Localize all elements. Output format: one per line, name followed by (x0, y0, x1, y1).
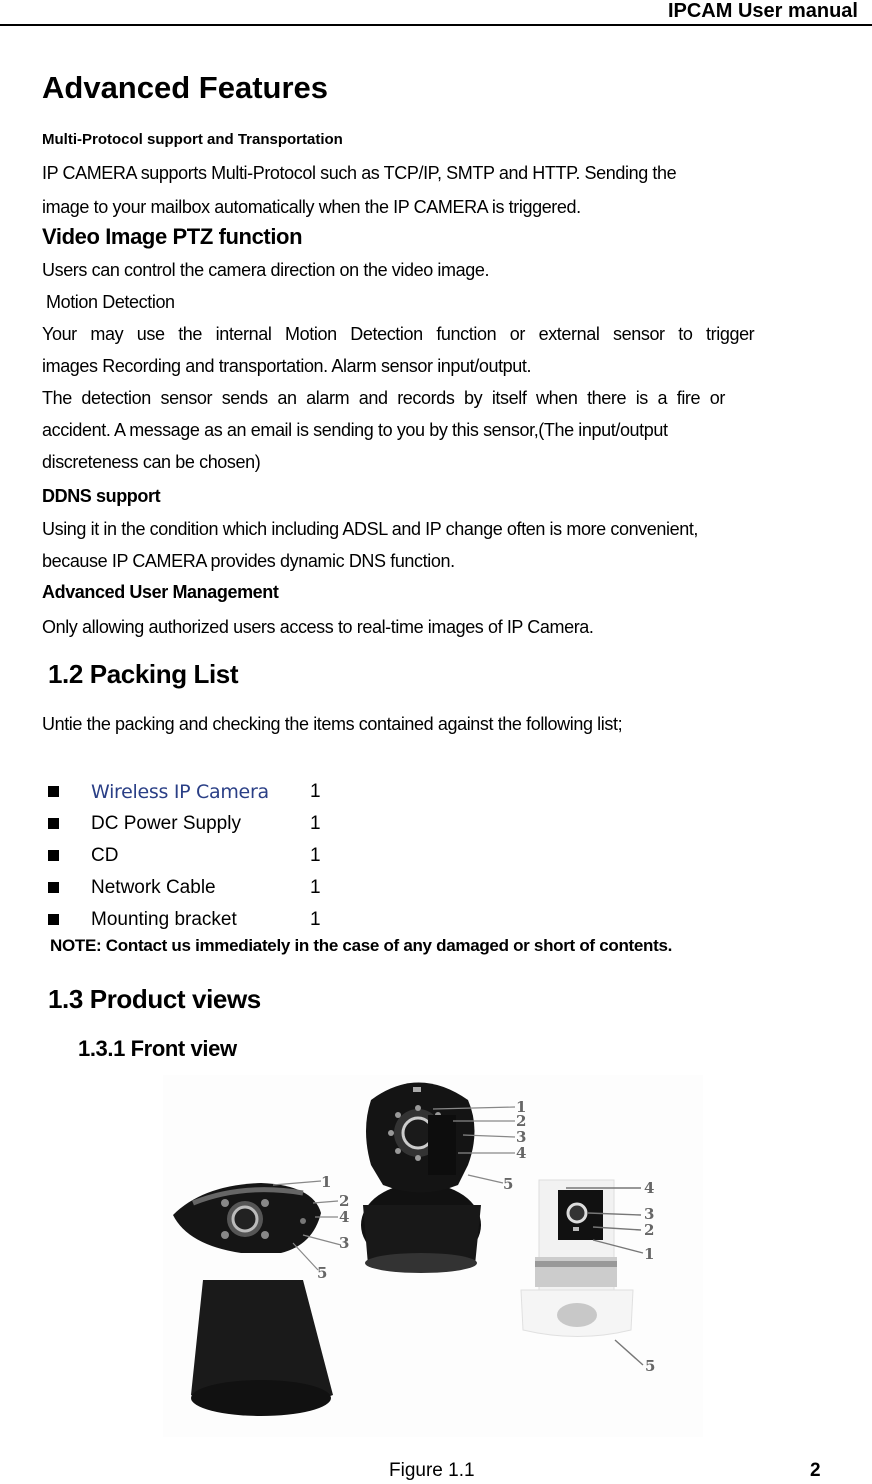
packing-list-title: 1.2 Packing List (48, 659, 239, 689)
packing-list-intro: Untie the packing and checking the items… (42, 714, 623, 734)
ddns-text-line2: because IP CAMERA provides dynamic DNS f… (42, 551, 455, 571)
item-name: Wireless IP Camera (91, 781, 269, 803)
header-title: IPCAM User manual (667, 0, 858, 22)
square-bullet-icon (48, 850, 59, 861)
figure-caption: Figure 1.1 (389, 1460, 475, 1481)
motion-text-line4: accident. A message as an email is sendi… (42, 420, 668, 440)
item-name: Network Cable (91, 877, 216, 898)
callout-label: 1 (321, 1173, 331, 1191)
callout-label: 1 (644, 1245, 654, 1263)
ptz-heading: Video Image PTZ function (42, 224, 303, 249)
motion-text-line1: Your may use the internal Motion Detecti… (42, 324, 755, 344)
square-bullet-icon (48, 786, 59, 797)
packing-note: NOTE: Contact us immediately in the case… (50, 936, 673, 955)
product-views-title: 1.3 Product views (48, 984, 261, 1014)
item-quantity: 1 (310, 781, 321, 802)
callout-label: 3 (339, 1234, 349, 1252)
user-management-heading: Advanced User Management (42, 582, 279, 602)
multi-protocol-text-line1: IP CAMERA supports Multi-Protocol such a… (42, 163, 677, 183)
cameras-illustration: 1 2 4 3 5 1 2 3 4 5 4 3 2 1 5 (163, 1075, 703, 1437)
callout-label: 5 (317, 1264, 327, 1282)
square-bullet-icon (48, 882, 59, 893)
page-title: Advanced Features (42, 70, 328, 105)
front-view-title: 1.3.1 Front view (78, 1036, 237, 1061)
page-number: 2 (810, 1460, 821, 1481)
user-management-text: Only allowing authorized users access to… (42, 617, 594, 637)
item-quantity: 1 (310, 813, 321, 834)
square-bullet-icon (48, 818, 59, 829)
header-divider (0, 24, 872, 26)
ddns-heading: DDNS support (42, 486, 161, 506)
callout-label: 4 (644, 1179, 654, 1197)
motion-heading: Motion Detection (46, 292, 175, 312)
callout-label: 5 (503, 1175, 513, 1193)
multi-protocol-heading: Multi-Protocol support and Transportatio… (42, 131, 343, 148)
callout-label: 4 (339, 1208, 349, 1226)
callout-label: 2 (644, 1221, 654, 1239)
multi-protocol-text-line2: image to your mailbox automatically when… (42, 197, 581, 217)
callout-label: 5 (645, 1357, 655, 1375)
motion-text-line2: images Recording and transportation. Ala… (42, 356, 532, 376)
front-view-figure: 1 2 4 3 5 1 2 3 4 5 4 3 2 1 5 (163, 1075, 703, 1437)
ddns-text-line1: Using it in the condition which includin… (42, 519, 699, 539)
motion-text-line3: The detection sensor sends an alarm and … (42, 388, 725, 408)
item-name: CD (91, 845, 119, 866)
motion-text-line5: discreteness can be chosen) (42, 452, 261, 472)
item-name: DC Power Supply (91, 813, 241, 834)
item-quantity: 1 (310, 877, 321, 898)
square-bullet-icon (48, 914, 59, 925)
item-name: Mounting bracket (91, 909, 237, 930)
callout-label: 4 (516, 1144, 526, 1162)
ptz-text: Users can control the camera direction o… (42, 260, 490, 280)
item-quantity: 1 (310, 845, 321, 866)
item-quantity: 1 (310, 909, 321, 930)
